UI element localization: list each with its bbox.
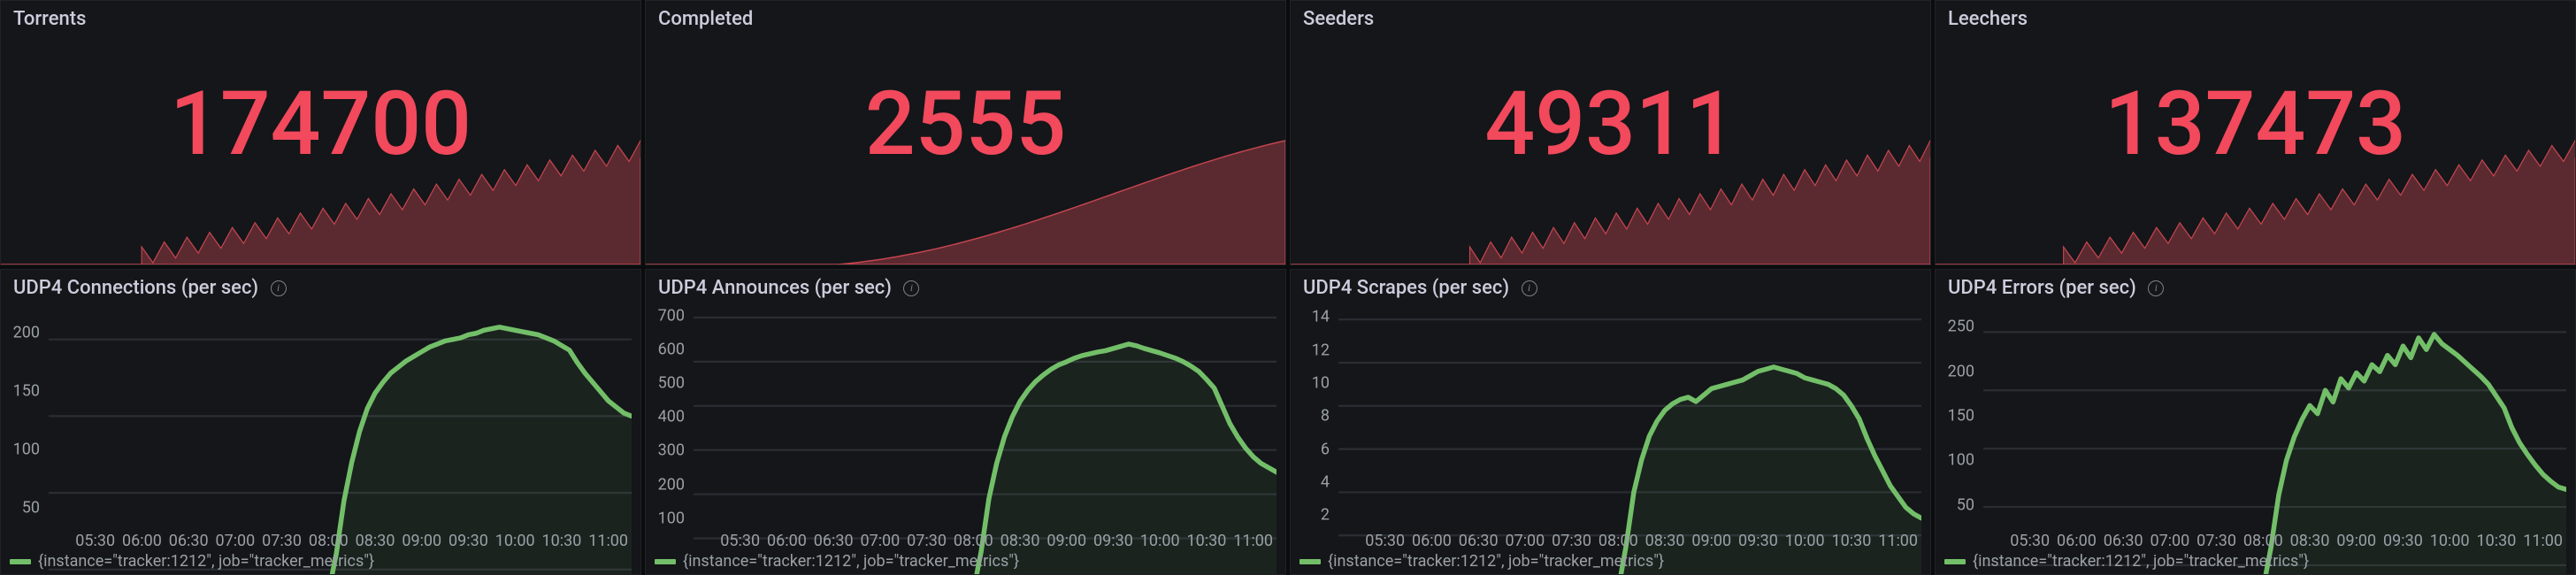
stat-value: 137473 [2104, 73, 2406, 176]
stat-value: 49311 [1484, 73, 1736, 176]
stat-value: 2555 [865, 73, 1066, 176]
panel-title: UDP4 Errors (per sec) [1948, 277, 2164, 299]
panel-title: UDP4 Scrapes (per sec) [1303, 277, 1537, 299]
panel-title-text: UDP4 Announces (per sec) [658, 277, 892, 299]
panel-title: UDP4 Connections (per sec) [13, 277, 287, 299]
panel-title: Seeders [1303, 8, 1374, 30]
dashboard-grid: Torrents 174700 Completed 2555 Seeders 4… [0, 0, 2576, 575]
panel-title: Leechers [1948, 8, 2028, 30]
stat-panel-torrents[interactable]: Torrents 174700 [0, 0, 641, 265]
chart-area: 100200300400500600700 05:3006:0006:3007:… [646, 309, 1285, 574]
chart-area: 2468101214 05:3006:0006:3007:0007:3008:0… [1291, 309, 1930, 574]
info-icon[interactable] [271, 280, 287, 296]
legend[interactable]: {instance="tracker:1212", job="tracker_m… [1944, 552, 2309, 571]
panel-title-text: UDP4 Scrapes (per sec) [1303, 277, 1509, 299]
panel-title: UDP4 Announces (per sec) [658, 277, 919, 299]
legend-label: {instance="tracker:1212", job="tracker_m… [1328, 552, 1664, 571]
chart-panel-scrapes[interactable]: UDP4 Scrapes (per sec) 2468101214 05:300… [1290, 269, 1931, 575]
legend-swatch [10, 559, 31, 564]
panel-title: Completed [658, 8, 753, 30]
legend-label: {instance="tracker:1212", job="tracker_m… [683, 552, 1019, 571]
stat-value: 174700 [170, 73, 472, 176]
x-axis: 05:3006:0006:3007:0007:3008:0008:3009:00… [694, 532, 1276, 549]
chart-panel-announces[interactable]: UDP4 Announces (per sec) 100200300400500… [645, 269, 1286, 575]
legend[interactable]: {instance="tracker:1212", job="tracker_m… [1300, 552, 1664, 571]
chart-panel-connections[interactable]: UDP4 Connections (per sec) 50100150200 0… [0, 269, 641, 575]
y-axis: 50100150200250 [1936, 309, 1980, 532]
stat-panel-leechers[interactable]: Leechers 137473 [1935, 0, 2576, 265]
chart-panel-errors[interactable]: UDP4 Errors (per sec) 50100150200250 05:… [1935, 269, 2576, 575]
stat-panel-completed[interactable]: Completed 2555 [645, 0, 1286, 265]
legend-swatch [1944, 559, 1966, 564]
panel-title-text: UDP4 Errors (per sec) [1948, 277, 2136, 299]
x-axis: 05:3006:0006:3007:0007:3008:0008:3009:00… [49, 532, 632, 549]
panel-title-text: UDP4 Connections (per sec) [13, 277, 258, 299]
info-icon[interactable] [2148, 280, 2164, 296]
info-icon[interactable] [1522, 280, 1537, 296]
info-icon[interactable] [903, 280, 919, 296]
panel-title: Torrents [13, 8, 86, 30]
stat-panel-seeders[interactable]: Seeders 49311 [1290, 0, 1931, 265]
legend-label: {instance="tracker:1212", job="tracker_m… [1973, 552, 2309, 571]
y-axis: 2468101214 [1291, 309, 1335, 532]
legend-swatch [1300, 559, 1321, 564]
y-axis: 100200300400500600700 [646, 309, 690, 532]
legend-label: {instance="tracker:1212", job="tracker_m… [38, 552, 374, 571]
chart-area: 50100150200250 05:3006:0006:3007:0007:30… [1936, 309, 2575, 574]
y-axis: 50100150200 [1, 309, 45, 532]
legend-swatch [655, 559, 676, 564]
x-axis: 05:3006:0006:3007:0007:3008:0008:3009:00… [1983, 532, 2566, 549]
legend[interactable]: {instance="tracker:1212", job="tracker_m… [655, 552, 1019, 571]
x-axis: 05:3006:0006:3007:0007:3008:0008:3009:00… [1338, 532, 1921, 549]
chart-area: 50100150200 05:3006:0006:3007:0007:3008:… [1, 309, 640, 574]
legend[interactable]: {instance="tracker:1212", job="tracker_m… [10, 552, 374, 571]
